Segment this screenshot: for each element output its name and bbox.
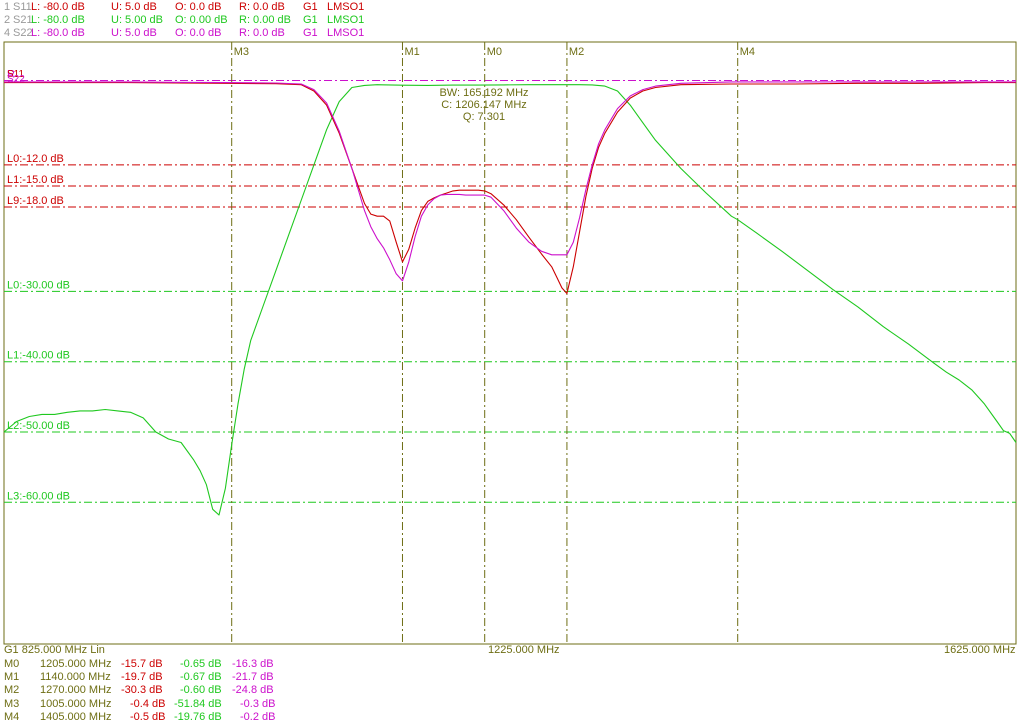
labels: S11 S22 BW: 165.192 MHz C: 1206.147 MHz … [7,69,529,123]
marker-s11: -19.7 dB [121,671,163,684]
ref-line-label-3: L9:-18.0 dB [7,195,64,207]
marker-label-m3: M3 [234,46,249,58]
marker-s22: -0.2 dB [240,710,276,723]
marker-s11: -30.3 dB [121,684,163,697]
marker-s21: -0.60 dB [180,684,222,697]
ref-line-label-1: L0:-12.0 dB [7,153,64,165]
marker-name: M1 [4,671,20,684]
marker-s22: -21.7 dB [232,671,274,684]
marker-s21: -0.65 dB [180,658,222,670]
marker-name: M4 [4,710,20,723]
marker-lines: M3 M1 M0 M2 M4 [231,42,755,644]
marker-freq: 1005.000 MHz [40,697,112,710]
marker-name: M0 [4,658,20,670]
trace-s11[interactable] [4,82,1016,295]
axis-start-label: G1 825.000 MHz Lin [4,644,105,656]
marker-s21: -0.67 dB [180,671,222,684]
plot-frame [3,41,1017,645]
marker-s22: -0.3 dB [240,697,276,710]
q-annotation: Q: 7.301 [463,111,505,123]
sparameter-plot[interactable]: RL0:-12.0 dBL1:-15.0 dBL9:-18.0 dBL0:-30… [0,0,1020,726]
marker-freq: 1405.000 MHz [40,710,112,723]
trace-s21[interactable] [3,84,1017,516]
ref-line-label-2: L1:-15.0 dB [7,174,64,186]
marker-name: M3 [4,697,20,710]
trace-s22[interactable] [4,81,1016,282]
reference-lines: RL0:-12.0 dBL1:-15.0 dBL9:-18.0 dBL0:-30… [4,69,1016,503]
marker-s11: -15.7 dB [121,658,163,670]
marker-label-m0: M0 [487,46,502,58]
marker-s11: -0.4 dB [130,697,166,710]
grid-layer [3,41,1017,645]
axis-center-label: 1225.000 MHz [488,644,560,656]
traces [3,81,1017,516]
ref-line-label-4: L0:-30.00 dB [7,279,70,291]
marker-s21: -19.76 dB [174,710,222,723]
marker-name: M2 [4,684,20,697]
trace-label-s22: S22 [7,74,25,85]
marker-freq: 1140.000 MHz [40,671,111,684]
bw-annotation: BW: 165.192 MHz [439,87,528,99]
marker-freq: 1270.000 MHz [40,684,112,697]
marker-s21: -51.84 dB [174,697,222,710]
marker-label-m4: M4 [740,46,755,58]
marker-label-m2: M2 [569,46,584,58]
marker-freq: 1205.000 MHz [40,658,112,670]
ref-line-label-5: L1:-40.00 dB [7,350,70,362]
marker-s11: -0.5 dB [130,710,166,723]
marker-s22: -24.8 dB [232,684,274,697]
center-annotation: C: 1206.147 MHz [441,99,527,111]
marker-label-m1: M1 [404,46,419,58]
ref-line-label-7: L3:-60.00 dB [7,490,70,502]
marker-s22: -16.3 dB [232,658,274,670]
axis-stop-label: 1625.000 MHz [944,644,1016,656]
